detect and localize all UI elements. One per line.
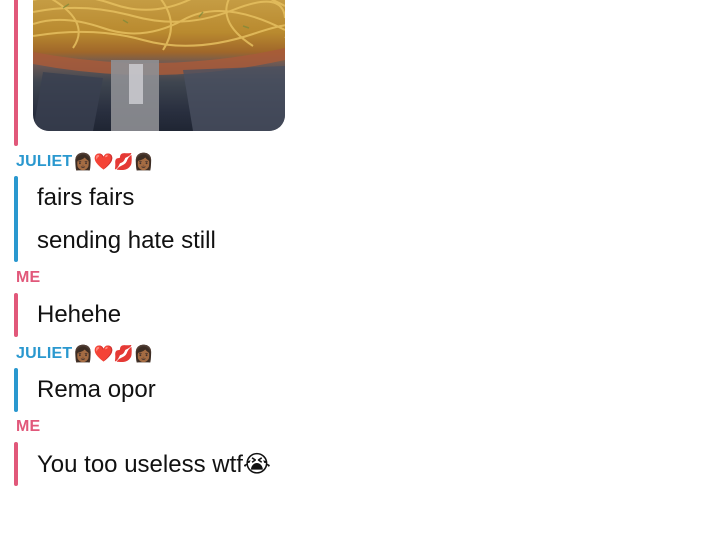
- message-text[interactable]: Hehehe: [37, 301, 121, 329]
- sender-name: JULIET: [16, 345, 73, 362]
- message-group-juliet: Rema opor: [14, 368, 314, 412]
- sender-accent-bar: [14, 176, 18, 262]
- sender-emoji: 👩🏾❤️💋👩🏾: [73, 346, 154, 363]
- sender-accent-bar: [14, 0, 18, 146]
- sender-accent-bar: [14, 368, 18, 412]
- message-group-juliet: fairs fairs sending hate still: [14, 176, 314, 262]
- message-text[interactable]: You too useless wtf😭: [37, 450, 271, 479]
- message-text[interactable]: sending hate still: [37, 227, 216, 255]
- message-group-me: Hehehe: [14, 293, 314, 337]
- sender-accent-bar: [14, 442, 18, 486]
- chat-thread: JULIET 👩🏾❤️💋👩🏾 fairs fairs sending hate s…: [0, 0, 716, 555]
- sender-emoji: 👩🏾❤️💋👩🏾: [73, 154, 154, 171]
- sender-name: ME: [16, 269, 41, 286]
- sender-label-juliet: JULIET 👩🏾❤️💋👩🏾: [16, 152, 154, 172]
- photo-noodles-image: [33, 0, 285, 131]
- sender-accent-bar: [14, 293, 18, 337]
- sender-label-me: ME: [16, 418, 40, 436]
- sender-label-me: ME: [16, 269, 40, 287]
- message-group-me: You too useless wtf😭: [14, 442, 314, 486]
- message-text[interactable]: fairs fairs: [37, 184, 134, 212]
- image-message-group: [14, 0, 314, 146]
- sender-name: JULIET: [16, 153, 73, 170]
- message-text[interactable]: Rema opor: [37, 376, 156, 404]
- chat-photo[interactable]: [33, 0, 285, 131]
- sender-label-juliet: JULIET 👩🏾❤️💋👩🏾: [16, 344, 154, 364]
- sender-name: ME: [16, 418, 41, 435]
